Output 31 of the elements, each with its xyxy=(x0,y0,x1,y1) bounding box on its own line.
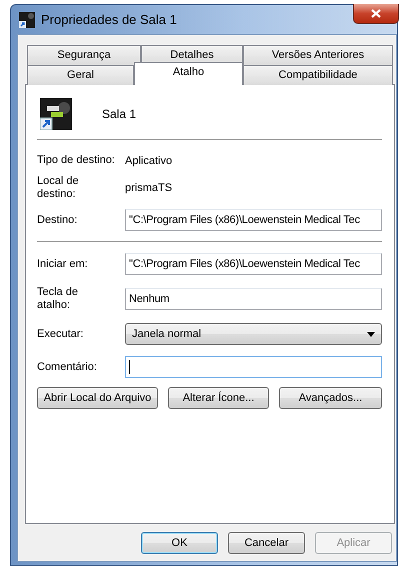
field-label: Destino: xyxy=(37,214,78,226)
dialog-button[interactable]: OK xyxy=(141,532,218,554)
field-label: Comentário: xyxy=(37,360,98,374)
field-label: Tecla de atalho: xyxy=(37,286,79,312)
dropdown-arrow-icon xyxy=(367,332,375,336)
dropdown[interactable]: Janela normal xyxy=(125,323,382,345)
input-field[interactable] xyxy=(125,356,382,378)
dialog-button[interactable]: Cancelar xyxy=(228,532,305,554)
input-field[interactable]: "C:\Program Files (x86)\Loewenstein Medical Tec xyxy=(125,209,382,231)
close-icon xyxy=(371,9,381,18)
tab[interactable]: Compatibilidade xyxy=(243,65,393,85)
app-icon xyxy=(19,12,35,28)
shortcut-app-icon xyxy=(40,98,72,130)
window-title: Propriedades de Sala 1 xyxy=(41,12,177,27)
input-field[interactable]: "C:\Program Files (x86)\Loewenstein Medical Tec xyxy=(125,253,382,275)
close-button[interactable] xyxy=(353,4,399,24)
tab[interactable]: Segurança xyxy=(27,45,141,65)
action-button[interactable]: Alterar Ícone... xyxy=(168,387,269,409)
shortcut-name: Sala 1 xyxy=(102,107,136,121)
field-label: Iniciar em: xyxy=(37,258,89,270)
action-button[interactable]: Avançados... xyxy=(279,387,382,409)
field-value: prismaTS xyxy=(124,182,172,194)
field-label: Tipo de destino: xyxy=(37,154,116,167)
input-field[interactable]: Nenhum xyxy=(125,288,382,310)
field-value: Aplicativo xyxy=(124,154,172,166)
tab[interactable]: Atalho xyxy=(134,62,243,85)
field-label: Executar: xyxy=(37,328,84,340)
tab[interactable]: Versões Anteriores xyxy=(243,45,393,65)
action-button[interactable]: Abrir Local do Arquivo xyxy=(37,387,158,409)
field-label: Local de destino: xyxy=(37,175,80,201)
tab[interactable]: Geral xyxy=(27,65,134,85)
